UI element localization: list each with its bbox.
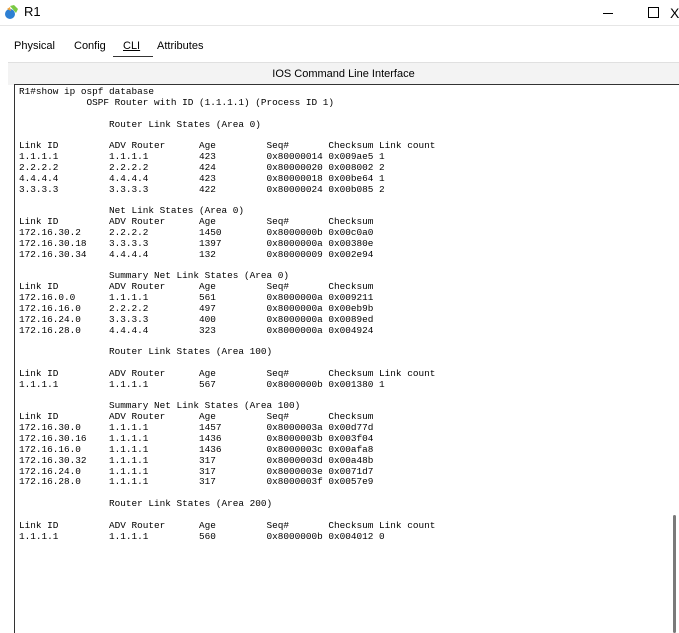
- console-line: 3.3.3.3 3.3.3.3 422 0x80000024 0x00b085 …: [19, 183, 385, 195]
- console-line: 172.16.30.34 4.4.4.4 132 0x80000009 0x00…: [19, 248, 374, 260]
- close-button[interactable]: X: [670, 0, 679, 25]
- console-line: 2.2.2.2 2.2.2.2 424 0x80000020 0x008002 …: [19, 161, 385, 173]
- console-line: OSPF Router with ID (1.1.1.1) (Process I…: [19, 96, 335, 108]
- console-line: Router Link States (Area 0): [19, 118, 261, 130]
- console-line: Summary Net Link States (Area 0): [19, 270, 290, 282]
- console-line: Link ID ADV Router Age Seq# Checksum: [19, 281, 374, 293]
- console-line: 172.16.30.0 1.1.1.1 1457 0x8000003a 0x00…: [19, 422, 374, 434]
- close-icon: X: [670, 4, 679, 21]
- console-line: 1.1.1.1 1.1.1.1 423 0x80000014 0x009ae5 …: [19, 151, 385, 163]
- maximize-icon: [647, 7, 659, 18]
- tab-cli[interactable]: CLI: [123, 40, 140, 52]
- window-title: R1: [24, 4, 41, 19]
- tab-physical[interactable]: Physical: [14, 40, 55, 52]
- tab-attributes[interactable]: Attributes: [157, 40, 203, 52]
- console-line: Link ID ADV Router Age Seq# Checksum Lin…: [19, 367, 436, 379]
- console-line: Net Link States (Area 0): [19, 205, 245, 217]
- console-line: 172.16.30.18 3.3.3.3 1397 0x8000000a 0x0…: [19, 237, 374, 249]
- active-tab-indicator: [113, 56, 153, 57]
- console-output: R1#show ip ospf database OSPF Router wit…: [19, 86, 436, 542]
- console-line: Link ID ADV Router Age Seq# Checksum: [19, 411, 374, 423]
- console-line: 172.16.24.0 3.3.3.3 400 0x8000000a 0x008…: [19, 313, 374, 325]
- console-line: Router Link States (Area 100): [19, 346, 273, 358]
- console-line: 172.16.24.0 1.1.1.1 317 0x8000003e 0x007…: [19, 465, 374, 477]
- console-line: Summary Net Link States (Area 100): [19, 400, 301, 412]
- console-line: 1.1.1.1 1.1.1.1 567 0x8000000b 0x001380 …: [19, 378, 385, 390]
- console-line: 172.16.28.0 1.1.1.1 317 0x8000003f 0x005…: [19, 476, 374, 488]
- console-line: 172.16.30.16 1.1.1.1 1436 0x8000003b 0x0…: [19, 433, 374, 444]
- console-line: 4.4.4.4 4.4.4.4 423 0x80000018 0x00be64 …: [19, 172, 385, 184]
- minimize-icon: [603, 13, 613, 14]
- console-line: 172.16.28.0 4.4.4.4 323 0x8000000a 0x004…: [19, 324, 374, 336]
- router-icon: [5, 5, 18, 19]
- console-scrollbar[interactable]: [673, 515, 676, 633]
- cli-header: IOS Command Line Interface: [8, 62, 679, 85]
- console-line: 172.16.30.2 2.2.2.2 1450 0x8000000b 0x00…: [19, 226, 374, 238]
- tab-bar: Physical Config CLI Attributes: [0, 32, 679, 58]
- console-line: Link ID ADV Router Age Seq# Checksum Lin…: [19, 140, 436, 152]
- console-line: 172.16.16.0 2.2.2.2 497 0x8000000a 0x00e…: [19, 302, 374, 314]
- console-line: Link ID ADV Router Age Seq# Checksum: [19, 216, 374, 228]
- console-line: 172.16.30.32 1.1.1.1 317 0x8000003d 0x00…: [19, 454, 374, 466]
- console-line: Link ID ADV Router Age Seq# Checksum Lin…: [19, 519, 436, 531]
- cli-header-title: IOS Command Line Interface: [272, 68, 415, 80]
- cli-console[interactable]: R1#show ip ospf database OSPF Router wit…: [14, 84, 679, 633]
- console-line: 1.1.1.1 1.1.1.1 560 0x8000000b 0x004012 …: [19, 530, 385, 542]
- minimize-button[interactable]: [585, 0, 631, 25]
- title-bar: R1 X: [0, 0, 679, 26]
- console-line: Router Link States (Area 200): [19, 498, 273, 510]
- tab-config[interactable]: Config: [74, 40, 106, 52]
- console-line: 172.16.0.0 1.1.1.1 561 0x8000000a 0x0092…: [19, 292, 374, 304]
- console-line: 172.16.16.0 1.1.1.1 1436 0x8000003c 0x00…: [19, 443, 374, 455]
- console-line: R1#show ip ospf database: [19, 86, 155, 97]
